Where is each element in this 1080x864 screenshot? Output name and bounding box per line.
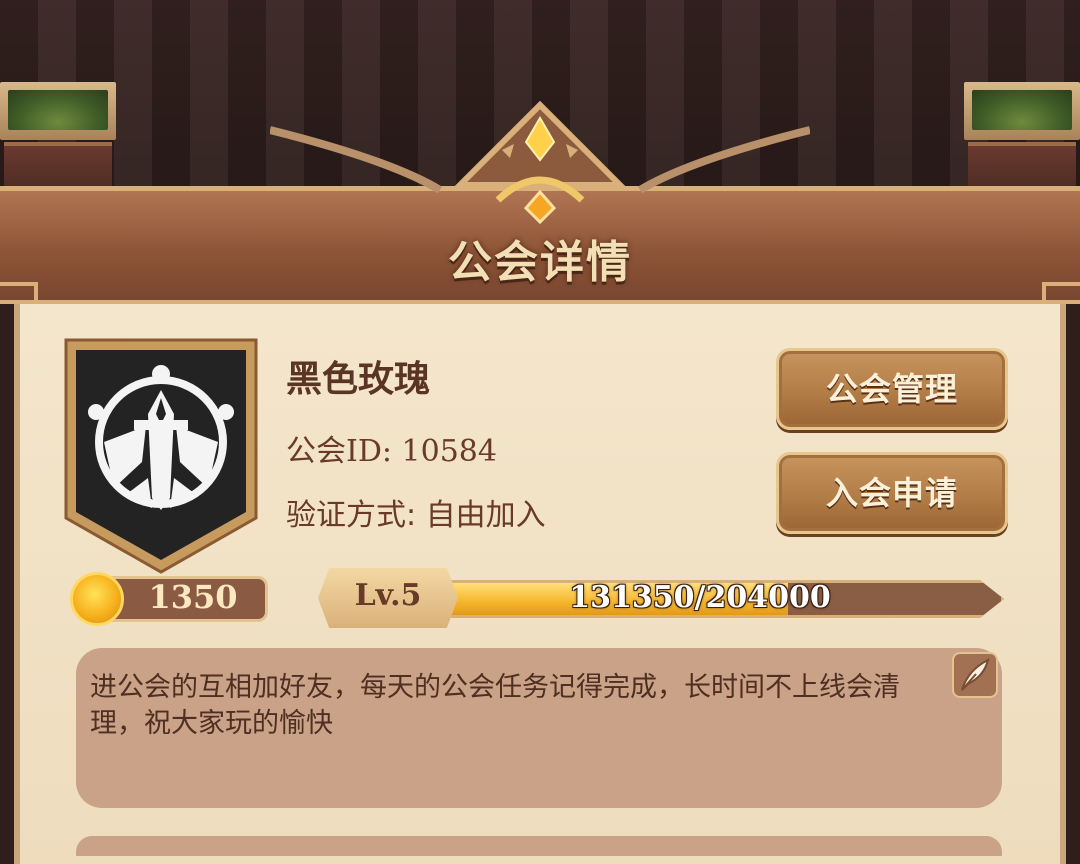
page-title: 公会详情 <box>448 237 632 288</box>
xp-progress-text: 131350/204000 <box>569 580 831 615</box>
left-pillar-decoration <box>0 82 116 196</box>
join-requests-button[interactable]: 入会申请 <box>776 452 1008 534</box>
edit-notice-button[interactable] <box>952 652 998 698</box>
right-pillar-decoration <box>964 82 1080 196</box>
crown-gem-icon <box>270 100 810 225</box>
coin-value: 1350 <box>148 578 238 616</box>
guild-emblem-sword-icon <box>64 338 258 574</box>
guild-level: Lv.5 <box>354 578 422 613</box>
guild-name: 黑色玫瑰 <box>286 359 431 400</box>
guild-notice-text: 进公会的互相加好友，每天的公会任务记得完成，长时间不上线会清理，祝大家玩的愉快 <box>90 672 900 739</box>
guild-manage-button[interactable]: 公会管理 <box>776 348 1008 430</box>
coin-icon <box>70 572 124 626</box>
guild-id: 公会ID: 10584 <box>286 434 497 469</box>
next-panel-edge <box>76 836 1002 856</box>
verification-method: 验证方式: 自由加入 <box>286 498 546 533</box>
quill-edit-icon <box>961 658 990 691</box>
